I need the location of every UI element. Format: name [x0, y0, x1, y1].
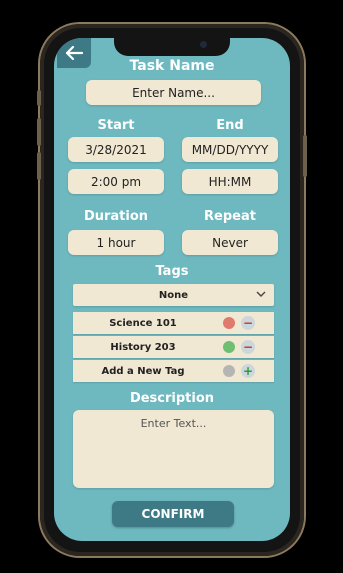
notch — [114, 38, 230, 56]
duration-select[interactable]: 1 hour — [68, 230, 164, 255]
tags-dropdown[interactable]: None — [73, 284, 274, 306]
confirm-button[interactable]: CONFIRM — [112, 501, 234, 527]
add-tag-button[interactable]: + — [241, 364, 255, 378]
repeat-label: Repeat — [204, 209, 256, 224]
chevron-down-icon — [256, 291, 266, 297]
tags-label: Tags — [155, 264, 189, 279]
side-button — [37, 118, 41, 146]
tag-row[interactable]: History 203 − — [73, 336, 274, 358]
side-button — [37, 152, 41, 180]
tag-name: History 203 — [110, 341, 176, 353]
description-label: Description — [129, 391, 215, 406]
tag-row[interactable]: Science 101 − — [73, 312, 274, 334]
side-button — [37, 90, 41, 106]
remove-tag-button[interactable]: − — [241, 340, 255, 354]
tags-dropdown-value: None — [158, 289, 189, 301]
side-button — [303, 135, 307, 177]
tag-color-dot — [223, 365, 235, 377]
app-screen: Task Name Enter Name... Start End 3/28/2… — [54, 38, 290, 541]
start-time-input[interactable]: 2:00 pm — [68, 169, 164, 194]
tag-row[interactable]: Add a New Tag + — [73, 360, 274, 382]
tag-color-dot — [223, 317, 235, 329]
end-label: End — [216, 118, 244, 133]
task-name-input[interactable]: Enter Name... — [86, 80, 261, 105]
description-input[interactable]: Enter Text... — [73, 410, 274, 488]
tag-name: Add a New Tag — [101, 365, 185, 377]
camera — [200, 41, 207, 48]
start-label: Start — [97, 118, 135, 133]
end-date-input[interactable]: MM/DD/YYYY — [182, 137, 278, 162]
remove-tag-button[interactable]: − — [241, 316, 255, 330]
tag-name: Science 101 — [109, 317, 177, 329]
start-date-input[interactable]: 3/28/2021 — [68, 137, 164, 162]
end-time-input[interactable]: HH:MM — [182, 169, 278, 194]
repeat-select[interactable]: Never — [182, 230, 278, 255]
duration-label: Duration — [83, 209, 149, 224]
tag-color-dot — [223, 341, 235, 353]
task-name-label: Task Name — [129, 58, 215, 74]
